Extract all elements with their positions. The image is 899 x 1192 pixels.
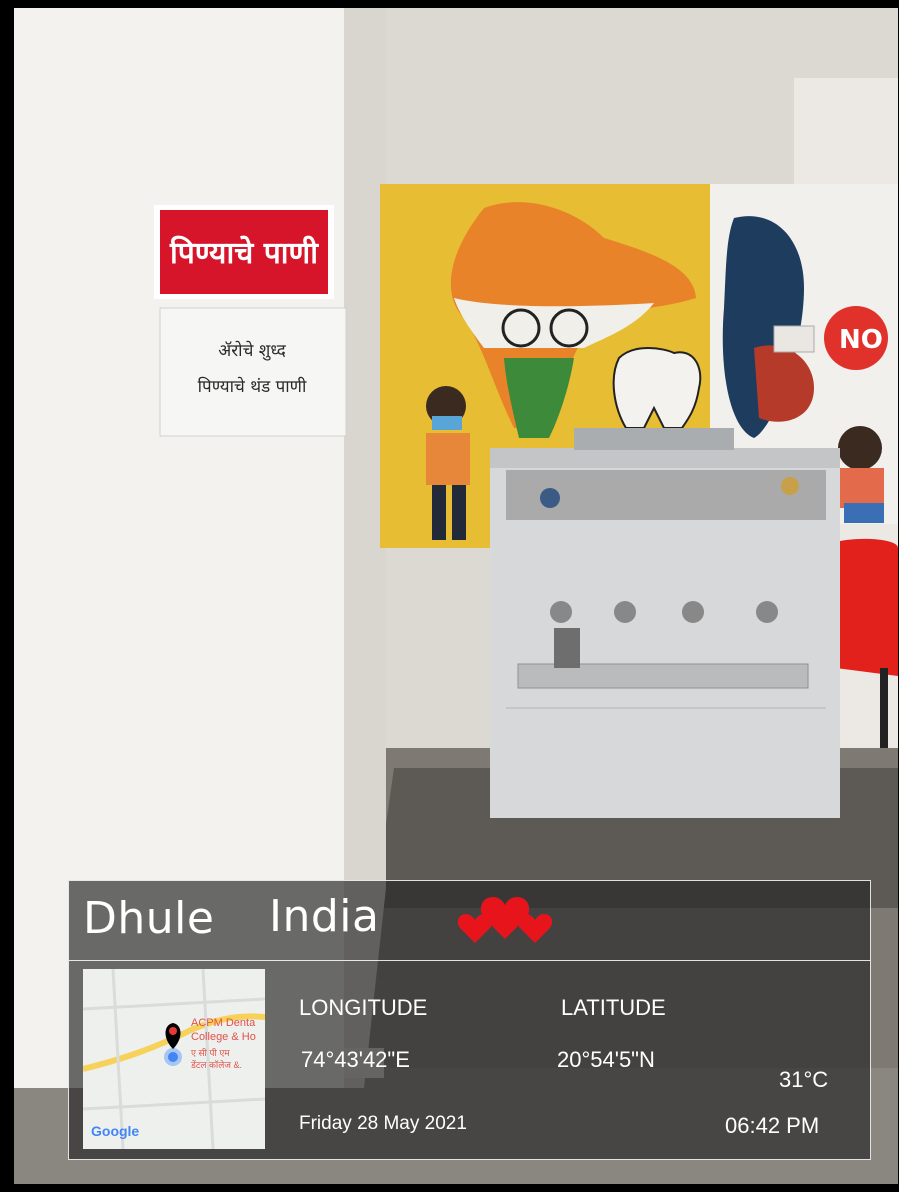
google-logo: Google bbox=[91, 1123, 139, 1139]
location-dot bbox=[168, 1052, 178, 1062]
hearts-icon bbox=[457, 897, 553, 943]
mural-boy-mask bbox=[432, 416, 462, 430]
red-chair bbox=[829, 538, 898, 676]
geotag-overlay: Dhule India ACPM Denta College & Ho ए सी… bbox=[68, 880, 871, 1160]
poster-girl-head bbox=[838, 426, 882, 470]
map-place-label-3: ए सी पी एम bbox=[191, 1048, 230, 1058]
map-place-label-4: डेंटल कॉलेज &. bbox=[191, 1060, 242, 1070]
longitude-value: 74°43'42"E bbox=[301, 1047, 410, 1072]
water-cooler-lid bbox=[574, 428, 734, 450]
mural-tooth bbox=[612, 347, 702, 429]
longitude-label: LONGITUDE bbox=[299, 995, 428, 1020]
mural-boy-shirt bbox=[426, 433, 470, 485]
city-name: Dhule bbox=[83, 893, 215, 944]
mural-boy-leg-left bbox=[432, 485, 446, 540]
red-sign-text: पिण्याचे पाणी bbox=[169, 235, 319, 271]
geotagged-photo: NO पिण्याचे पाणी ॲरोचे शुध्द पिण्याचे थं… bbox=[14, 8, 898, 1184]
temperature: 31°C bbox=[779, 1067, 829, 1092]
date: Friday 28 May 2021 bbox=[299, 1113, 467, 1134]
map-thumbnail[interactable]: ACPM Denta College & Ho ए सी पी एम डेंटल… bbox=[83, 969, 265, 1149]
latitude-value: 20°54'5"N bbox=[557, 1047, 655, 1072]
switch-board bbox=[773, 325, 815, 353]
paper-sign-line-1: ॲरोचे शुध्द bbox=[218, 340, 286, 361]
water-cooler-top bbox=[490, 448, 840, 468]
water-cooler-badge bbox=[540, 488, 560, 508]
tap-4 bbox=[756, 601, 778, 623]
paper-sign-line-2: पिण्याचे थंड पाणी bbox=[198, 376, 307, 397]
map-place-label-2: College & Ho bbox=[191, 1031, 256, 1043]
chair-leg bbox=[880, 668, 888, 748]
location-title-row: Dhule India bbox=[69, 881, 870, 961]
paper-sign bbox=[159, 307, 347, 437]
map-place-label-1: ACPM Denta bbox=[191, 1017, 256, 1029]
hanging-cup bbox=[554, 628, 580, 668]
tap-2 bbox=[614, 601, 636, 623]
tap-3 bbox=[682, 601, 704, 623]
mural-boy-leg-right bbox=[452, 485, 466, 540]
latitude-label: LATITUDE bbox=[561, 995, 666, 1020]
poster-girl-body bbox=[840, 468, 884, 508]
google-logo-text: Google bbox=[91, 1123, 140, 1139]
time: 06:42 PM bbox=[725, 1113, 820, 1138]
water-cooler-indicator bbox=[781, 477, 799, 495]
poster-girl-legs bbox=[844, 503, 884, 523]
poster-no-text: NO bbox=[839, 325, 883, 355]
tap-1 bbox=[550, 601, 572, 623]
country-name: India bbox=[269, 891, 380, 942]
